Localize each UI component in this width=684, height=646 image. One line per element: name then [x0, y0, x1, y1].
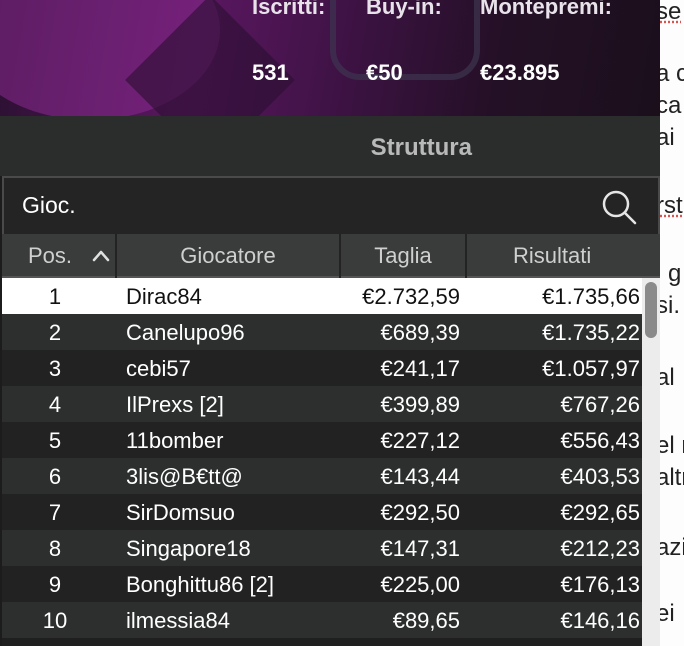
result-cell: €767,26	[560, 392, 640, 417]
result-cell: €1.735,66	[542, 284, 640, 309]
sort-ascending-icon[interactable]	[92, 248, 110, 262]
position-cell: 10	[42, 608, 68, 633]
background-text: i g	[660, 260, 682, 287]
column-header-position[interactable]: Pos.	[2, 234, 117, 278]
result-cell: €1.057,97	[542, 356, 640, 381]
result-cell: €556,43	[560, 428, 640, 453]
player-name-cell: Singapore18	[126, 536, 251, 561]
position-cell: 1	[48, 284, 62, 309]
stack-size-cell: €689,39	[380, 320, 460, 345]
background-text: ei	[660, 600, 675, 627]
stack-size-cell: €89,65	[392, 608, 460, 633]
stack-size-cell: €292,50	[380, 500, 460, 525]
buyin-value: €50	[366, 60, 403, 85]
player-name-cell: ilmessia84	[126, 608, 230, 633]
background-text: si.	[660, 292, 680, 319]
prizepool-value: €23.895	[480, 60, 560, 85]
player-search-bar[interactable]: Gioc.	[2, 176, 660, 234]
player-name-cell: SirDomsuo	[126, 500, 235, 525]
stack-size-cell: €227,12	[380, 428, 460, 453]
table-row[interactable]: 7 SirDomsuo €292,50 €292,65	[2, 494, 642, 530]
column-header-label: Taglia	[374, 243, 432, 268]
result-cell: €292,65	[560, 500, 640, 525]
column-header-results[interactable]: Risultati	[467, 234, 660, 278]
position-cell: 2	[48, 320, 62, 345]
stack-size-cell: €241,17	[380, 356, 460, 381]
table-row[interactable]: 1 Dirac84 €2.732,59 €1.735,66	[2, 278, 642, 314]
structure-tab-bar: Struttura	[0, 116, 660, 176]
background-text: ai	[660, 124, 675, 151]
background-text: a c	[660, 60, 684, 87]
position-cell: 5	[48, 428, 62, 453]
stack-size-cell: €225,00	[380, 572, 460, 597]
player-name-cell: Canelupo96	[126, 320, 245, 345]
column-header-label: Risultati	[513, 243, 592, 268]
position-cell: 8	[48, 536, 62, 561]
player-name-cell: 3lis@B€tt@	[126, 464, 243, 489]
table-row[interactable]: 3 cebi57 €241,17 €1.057,97	[2, 350, 642, 386]
position-cell: 7	[48, 500, 62, 525]
background-text: el n	[660, 432, 684, 459]
table-row[interactable]: 2 Canelupo96 €689,39 €1.735,22	[2, 314, 642, 350]
result-cell: €212,23	[560, 536, 640, 561]
table-body: 1 Dirac84 €2.732,59 €1.735,66 2 Canelupo…	[2, 278, 642, 638]
background-text: altr	[660, 464, 684, 491]
stack-size-cell: €2.732,59	[362, 284, 460, 309]
player-name-cell: 11bomber	[126, 428, 224, 453]
table-header: Pos. Giocatore Taglia Risultati	[2, 234, 660, 278]
table-row[interactable]: 5 11bomber €227,12 €556,43	[2, 422, 642, 458]
result-cell: €1.735,22	[542, 320, 640, 345]
table-row[interactable]: 8 Singapore18 €147,31 €212,23	[2, 530, 642, 566]
position-cell: 4	[48, 392, 62, 417]
background-text: azi	[660, 534, 684, 561]
position-cell: 3	[48, 356, 62, 381]
result-cell: €176,13	[560, 572, 640, 597]
scrollbar-thumb[interactable]	[645, 282, 657, 338]
players-table: Pos. Giocatore Taglia Risultati 1 Dirac8…	[2, 234, 660, 646]
player-filter-label: Gioc.	[22, 192, 76, 218]
prizepool-label: Montepremi:	[480, 0, 612, 19]
player-name-cell: Bonghittu86 [2]	[126, 572, 275, 597]
position-cell: 6	[48, 464, 62, 489]
result-cell: €146,16	[560, 608, 640, 633]
background-text: al	[660, 364, 675, 391]
background-text: rst	[660, 192, 683, 219]
column-header-size[interactable]: Taglia	[341, 234, 467, 278]
table-scrollbar[interactable]	[642, 278, 660, 646]
stack-size-cell: €147,31	[380, 536, 460, 561]
buyin-label: Buy-in:	[366, 0, 442, 19]
table-row[interactable]: 9 Bonghittu86 [2] €225,00 €176,13	[2, 566, 642, 602]
column-header-player[interactable]: Giocatore	[117, 234, 341, 278]
position-cell: 9	[48, 572, 62, 597]
entrants-label: Iscritti:	[252, 0, 326, 19]
column-header-label: Pos.	[28, 243, 73, 268]
background-text: ca	[660, 92, 682, 119]
entrants-value: 531	[252, 60, 289, 85]
tab-structure[interactable]: Struttura	[0, 134, 660, 162]
stack-size-cell: €399,89	[380, 392, 460, 417]
search-icon[interactable]	[600, 188, 638, 226]
result-cell: €403,53	[560, 464, 640, 489]
background-document: se a c ca ai rst i g si. al el n altr az…	[660, 0, 684, 646]
player-name-cell: Dirac84	[126, 284, 202, 309]
column-header-label: Giocatore	[180, 243, 276, 268]
player-name-cell: cebi57	[126, 356, 191, 381]
stack-size-cell: €143,44	[380, 464, 460, 489]
player-name-cell: IlPrexs [2]	[126, 392, 224, 417]
table-row[interactable]: 4 IlPrexs [2] €399,89 €767,26	[2, 386, 642, 422]
tournament-banner: Iscritti: Buy-in: Montepremi: 531 €50 €2…	[0, 0, 660, 116]
table-row[interactable]: 6 3lis@B€tt@ €143,44 €403,53	[2, 458, 642, 494]
table-row[interactable]: 10 ilmessia84 €89,65 €146,16	[2, 602, 642, 638]
background-text: se	[660, 0, 682, 25]
